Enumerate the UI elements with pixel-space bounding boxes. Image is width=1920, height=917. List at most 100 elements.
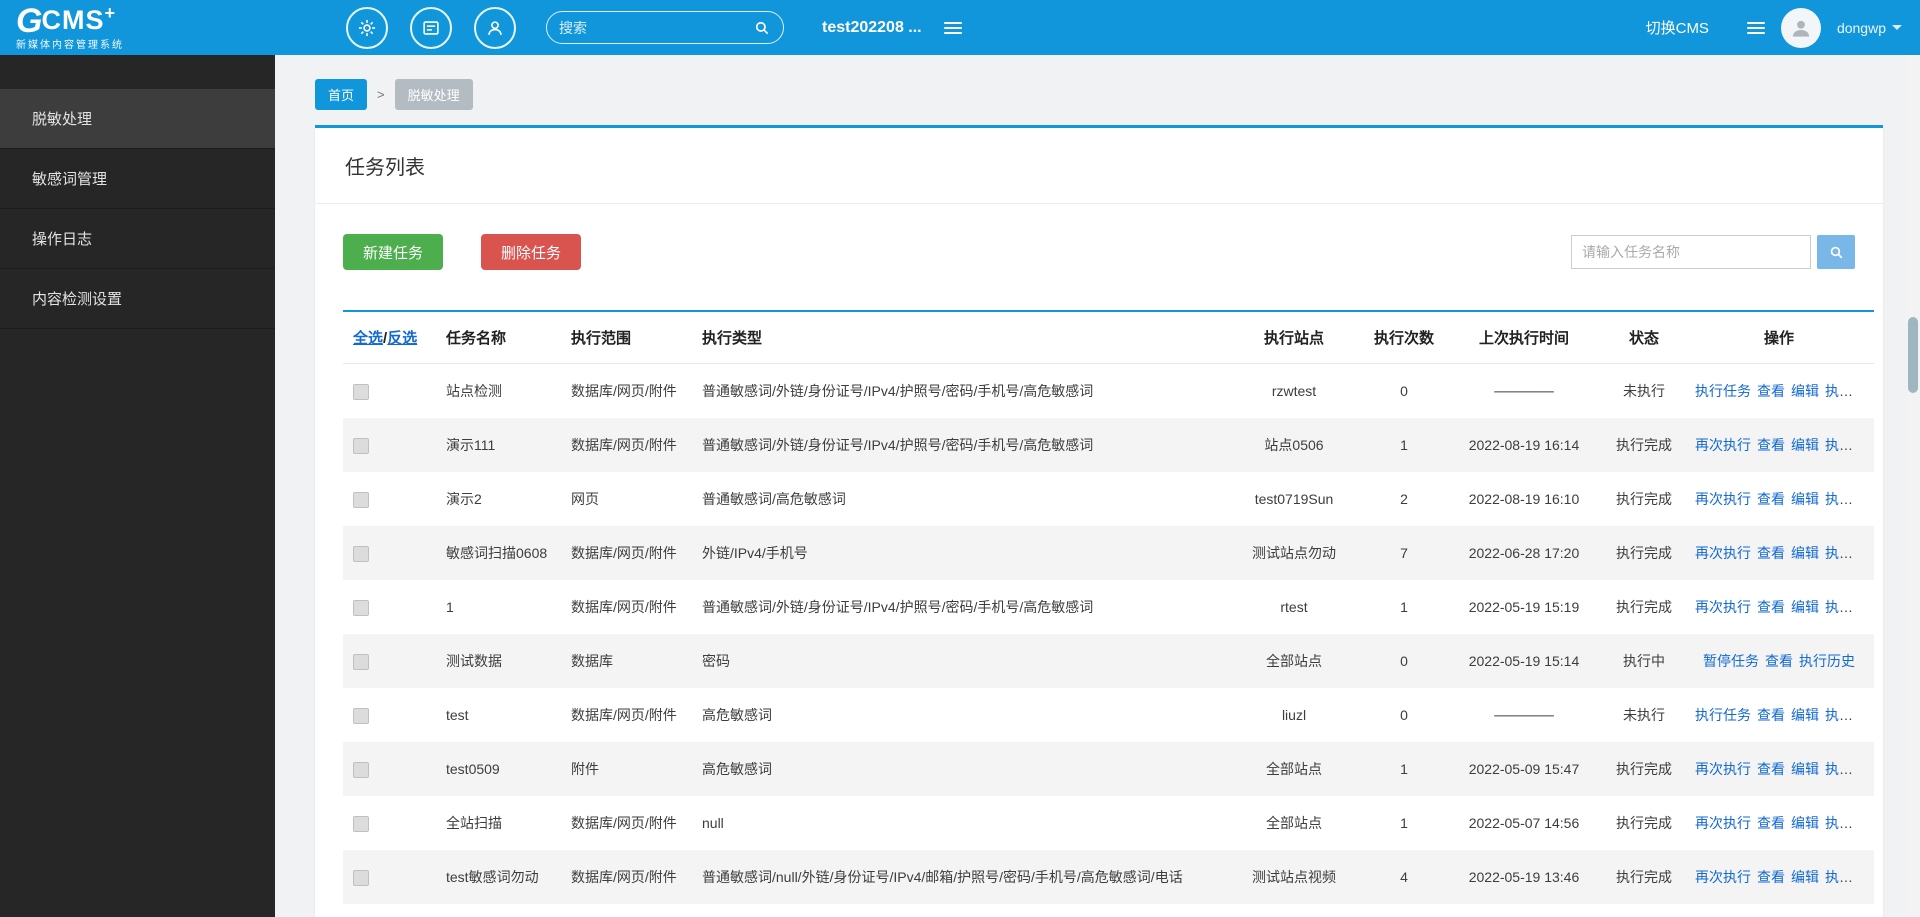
row-select-cell xyxy=(343,364,438,419)
task-search-input[interactable] xyxy=(1571,235,1811,269)
row-action-link[interactable]: 再次执行 xyxy=(1695,599,1751,615)
row-action-link[interactable]: 执行历史 xyxy=(1825,491,1874,507)
row-action-link[interactable]: 编辑 xyxy=(1791,383,1819,399)
sidebar-item-3[interactable]: 操作日志 xyxy=(0,209,275,269)
row-action-link[interactable]: 执行历史 xyxy=(1825,599,1874,615)
task-scope: 数据库/网页/附件 xyxy=(571,437,677,453)
row-action-link[interactable]: 执行历史 xyxy=(1825,545,1874,561)
row-checkbox[interactable] xyxy=(353,869,369,886)
row-action-link[interactable]: 执行历史 xyxy=(1825,707,1874,723)
row-action-link[interactable]: 执行历史 xyxy=(1799,653,1855,669)
row-action-link[interactable]: 查看 xyxy=(1757,599,1785,615)
avatar[interactable] xyxy=(1780,7,1821,48)
sidebar-item-1[interactable]: 脱敏处理 xyxy=(0,89,275,149)
row-action-link[interactable]: 编辑 xyxy=(1791,599,1819,615)
row-action-link[interactable]: 再次执行 xyxy=(1695,437,1751,453)
sidebar-item-2[interactable]: 敏感词管理 xyxy=(0,149,275,209)
row-action-link[interactable]: 执行历史 xyxy=(1825,869,1874,885)
row-checkbox[interactable] xyxy=(353,815,369,832)
scrollbar-thumb[interactable] xyxy=(1908,317,1918,393)
task-name: test敏感词勿动 xyxy=(446,869,539,885)
row-action-link[interactable]: 执行任务 xyxy=(1695,383,1751,399)
row-action-link[interactable]: 再次执行 xyxy=(1695,545,1751,561)
row-action-link[interactable]: 查看 xyxy=(1757,383,1785,399)
task-actions-cell: 执行任务查看编辑执行历史 xyxy=(1684,688,1874,742)
site-menu-icon[interactable] xyxy=(943,21,962,34)
task-actions-cell: 执行任务查看编辑执行历史 xyxy=(1684,364,1874,419)
row-action-link[interactable]: 编辑 xyxy=(1791,761,1819,777)
row-action-link[interactable]: 查看 xyxy=(1757,707,1785,723)
task-name: test xyxy=(446,707,469,723)
delete-task-button[interactable]: 删除任务 xyxy=(481,234,582,270)
sidebar-menu: 脱敏处理 敏感词管理 操作日志 内容检测设置 xyxy=(0,89,275,329)
task-site: 全部站点 xyxy=(1266,761,1322,777)
row-checkbox[interactable] xyxy=(353,545,369,562)
row-action-link[interactable]: 查看 xyxy=(1765,653,1793,669)
select-all-link[interactable]: 全选 xyxy=(353,330,383,347)
task-site: rtest xyxy=(1280,599,1308,615)
task-count: 2 xyxy=(1400,491,1408,507)
row-action-link[interactable]: 执行历史 xyxy=(1825,383,1874,399)
row-checkbox[interactable] xyxy=(353,707,369,724)
logo-letter-g: G xyxy=(16,2,42,40)
top-header: G CMS + 新媒体内容管理系统 搜索 test202208 ... 切换CM… xyxy=(0,0,1920,55)
select-invert-link[interactable]: 反选 xyxy=(387,330,417,347)
column-header-type: 执行类型 xyxy=(694,311,1224,364)
switch-cms-button[interactable]: 切换CMS xyxy=(1646,17,1709,38)
row-action-link[interactable]: 查看 xyxy=(1757,491,1785,507)
menu-icon[interactable] xyxy=(1746,21,1765,34)
row-action-link[interactable]: 执行历史 xyxy=(1825,761,1874,777)
row-action-link[interactable]: 编辑 xyxy=(1791,869,1819,885)
task-last-time: ────── xyxy=(1494,383,1554,399)
breadcrumb: 首页 > 脱敏处理 xyxy=(315,79,1883,110)
task-count: 7 xyxy=(1400,545,1408,561)
username-dropdown[interactable]: dongwp xyxy=(1837,20,1902,36)
row-action-link[interactable]: 再次执行 xyxy=(1695,815,1751,831)
row-action-link[interactable]: 暂停任务 xyxy=(1703,653,1759,669)
row-checkbox[interactable] xyxy=(353,437,369,454)
row-action-link[interactable]: 执行历史 xyxy=(1825,815,1874,831)
row-select-cell xyxy=(343,796,438,850)
new-task-button[interactable]: 新建任务 xyxy=(343,234,444,270)
row-action-link[interactable]: 查看 xyxy=(1757,869,1785,885)
row-action-link[interactable]: 再次执行 xyxy=(1695,761,1751,777)
column-header-last-time: 上次执行时间 xyxy=(1444,311,1604,364)
user-manage-button[interactable] xyxy=(474,6,516,49)
task-actions-cell: 再次执行查看编辑执行历史 xyxy=(1684,418,1874,472)
row-action-link[interactable]: 查看 xyxy=(1757,437,1785,453)
task-site: rzwtest xyxy=(1271,383,1317,399)
current-site-label[interactable]: test202208 ... xyxy=(822,19,922,37)
row-checkbox[interactable] xyxy=(353,599,369,616)
task-count: 0 xyxy=(1400,707,1408,723)
row-action-link[interactable]: 查看 xyxy=(1757,761,1785,777)
breadcrumb-current: 脱敏处理 xyxy=(394,79,473,110)
row-action-link[interactable]: 编辑 xyxy=(1791,815,1819,831)
content-manage-button[interactable] xyxy=(410,6,452,49)
row-action-link[interactable]: 查看 xyxy=(1757,545,1785,561)
header-search-input[interactable] xyxy=(559,19,753,36)
task-actions-cell: 再次执行查看编辑执行历史 xyxy=(1684,472,1874,526)
sidebar-item-4[interactable]: 内容检测设置 xyxy=(0,269,275,329)
row-action-link[interactable]: 执行历史 xyxy=(1825,437,1874,453)
row-checkbox[interactable] xyxy=(353,491,369,508)
row-action-link[interactable]: 执行任务 xyxy=(1695,707,1751,723)
task-type: 密码 xyxy=(702,653,730,669)
row-action-link[interactable]: 编辑 xyxy=(1791,437,1819,453)
breadcrumb-home[interactable]: 首页 xyxy=(315,79,368,110)
task-last-time: 2022-05-19 15:19 xyxy=(1468,599,1580,615)
task-search-button[interactable] xyxy=(1817,235,1855,269)
row-action-link[interactable]: 查看 xyxy=(1757,815,1785,831)
row-checkbox[interactable] xyxy=(353,653,369,670)
row-checkbox[interactable] xyxy=(353,761,369,778)
row-action-link[interactable]: 编辑 xyxy=(1791,491,1819,507)
row-checkbox[interactable] xyxy=(353,383,369,400)
row-action-link[interactable]: 编辑 xyxy=(1791,707,1819,723)
row-action-link[interactable]: 编辑 xyxy=(1791,545,1819,561)
row-action-link[interactable]: 再次执行 xyxy=(1695,869,1751,885)
row-select-cell xyxy=(343,634,438,688)
task-actions-cell: 暂停任务 查看 执行历史 xyxy=(1684,634,1874,688)
settings-button[interactable] xyxy=(346,6,388,49)
logo[interactable]: G CMS + 新媒体内容管理系统 xyxy=(16,4,186,51)
search-icon[interactable] xyxy=(753,19,771,37)
row-action-link[interactable]: 再次执行 xyxy=(1695,491,1751,507)
